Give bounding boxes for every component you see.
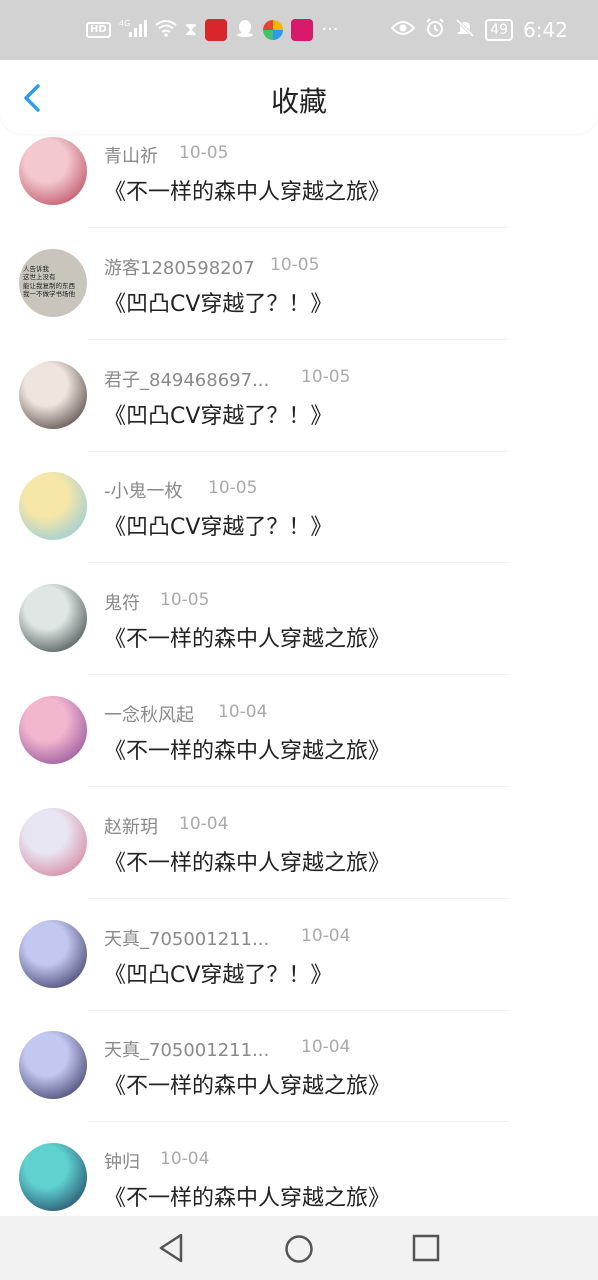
row-divider	[88, 897, 508, 899]
book-title[interactable]: 《不一样的森中人穿越之旅》	[104, 1068, 390, 1100]
row-divider	[88, 338, 508, 340]
username[interactable]: 一念秋风起	[104, 701, 194, 727]
row-divider	[88, 786, 508, 787]
username[interactable]: -小鬼一枚	[104, 477, 183, 503]
app-red-icon	[205, 19, 228, 41]
date-label: 10-04	[218, 702, 268, 722]
favorite-item[interactable]: 钟归 10-04 《不一样的森中人穿越之旅》	[0, 1140, 598, 1216]
date-label: 10-05	[301, 366, 351, 387]
book-title[interactable]: 《凹凸CV穿越了？！》	[104, 398, 332, 430]
row-divider	[88, 674, 508, 676]
date-label: 10-04	[301, 925, 351, 946]
username[interactable]: 赵新玥	[104, 813, 158, 839]
book-title[interactable]: 《凹凸CV穿越了？！》	[104, 957, 332, 989]
username[interactable]: 游客1280598207	[104, 254, 255, 280]
book-title[interactable]: 《凹凸CV穿越了？！》	[104, 286, 332, 318]
date-label: 10-05	[208, 478, 258, 499]
avatar[interactable]	[19, 807, 87, 876]
mute-bell-icon	[455, 18, 475, 42]
username[interactable]: 天真_705001211...	[104, 1036, 269, 1062]
date-label: 10-04	[179, 813, 229, 834]
page-header: 收藏	[0, 60, 598, 134]
date-label: 10-05	[270, 254, 320, 275]
avatar[interactable]	[19, 1031, 87, 1100]
avatar[interactable]: 人告诉我 这世上没有 能让我复制的东西 我一不做学书场他	[19, 248, 87, 317]
favorite-item[interactable]: 一念秋风起 10-04 《不一样的森中人穿越之旅》	[0, 693, 598, 805]
home-circle-icon[interactable]	[284, 1234, 314, 1264]
system-nav-bar	[0, 1216, 598, 1280]
favorite-item[interactable]: 天真_705001211... 10-04 《不一样的森中人穿越之旅》	[0, 1028, 598, 1140]
signal-4g-icon: 4G	[119, 18, 147, 42]
book-title[interactable]: 《不一样的森中人穿越之旅》	[104, 621, 390, 653]
favorite-item[interactable]: -小鬼一枚 10-05 《凹凸CV穿越了？！》	[0, 469, 598, 581]
clock: 6:42	[523, 18, 568, 42]
row-divider	[88, 450, 508, 452]
avatar[interactable]	[19, 137, 87, 205]
battery-icon: 49	[485, 19, 514, 41]
favorite-item[interactable]: 赵新玥 10-04 《不一样的森中人穿越之旅》	[0, 805, 598, 917]
avatar-text-line: 我一不做学书场他	[23, 290, 75, 299]
wifi-icon	[155, 19, 177, 41]
hd-icon: HD	[86, 22, 111, 38]
favorites-list: 青山祈 10-05 《不一样的森中人穿越之旅》 人告诉我 这世上没有 能让我复制的东西 我一…	[0, 134, 598, 1216]
app-pink-icon	[291, 19, 314, 41]
page-title: 收藏	[270, 85, 327, 118]
date-label: 10-05	[179, 143, 229, 163]
book-title[interactable]: 《不一样的森中人穿越之旅》	[104, 845, 390, 877]
username[interactable]: 天真_705001211...	[104, 925, 269, 951]
username[interactable]: 君子_849468697...	[104, 366, 269, 392]
date-label: 10-04	[301, 1037, 351, 1058]
status-left-icons: HD 4G ⧗ ···	[86, 14, 338, 46]
row-divider	[88, 227, 508, 228]
row-divider	[88, 1121, 508, 1123]
favorite-item[interactable]: 鬼符 10-05 《不一样的森中人穿越之旅》	[0, 581, 598, 693]
avatar[interactable]	[19, 919, 87, 988]
date-label: 10-05	[160, 590, 210, 611]
hourglass-icon: ⧗	[184, 19, 198, 40]
username[interactable]: 青山祈	[104, 142, 158, 168]
date-label: 10-04	[160, 1149, 210, 1170]
book-title[interactable]: 《不一样的森中人穿越之旅》	[104, 733, 390, 765]
favorite-item[interactable]: 天真_705001211... 10-04 《凹凸CV穿越了？！》	[0, 917, 598, 1029]
avatar[interactable]	[19, 696, 87, 764]
eye-icon	[390, 20, 416, 40]
book-title[interactable]: 《不一样的森中人穿越之旅》	[104, 174, 390, 206]
status-bar: HD 4G ⧗ ··· 49 6:42	[0, 0, 598, 60]
favorite-item[interactable]: 君子_849468697... 10-05 《凹凸CV穿越了？！》	[0, 358, 598, 470]
username[interactable]: 鬼符	[104, 589, 140, 615]
avatar[interactable]	[19, 1143, 87, 1212]
favorite-item[interactable]: 青山祈 10-05 《不一样的森中人穿越之旅》	[0, 134, 598, 246]
favorite-item[interactable]: 人告诉我 这世上没有 能让我复制的东西 我一不做学书场他 游客1280598207 10-…	[0, 246, 598, 358]
recents-square-icon[interactable]	[412, 1234, 440, 1262]
more-dots-icon: ···	[321, 19, 339, 40]
row-divider	[88, 1009, 508, 1011]
network-label: 4G	[119, 19, 130, 28]
avatar[interactable]	[19, 360, 87, 429]
avatar-text-line: 这世上没有	[23, 273, 56, 282]
avatar[interactable]	[19, 472, 87, 541]
back-triangle-icon[interactable]	[156, 1232, 186, 1264]
book-title[interactable]: 《凹凸CV穿越了？！》	[104, 509, 332, 541]
status-right-icons: 49 6:42	[390, 14, 568, 46]
row-divider	[88, 562, 508, 564]
avatar[interactable]	[19, 584, 87, 653]
app-multicolor-icon	[263, 20, 284, 40]
username[interactable]: 钟归	[104, 1148, 140, 1174]
book-title[interactable]: 《不一样的森中人穿越之旅》	[104, 1180, 390, 1212]
alarm-icon	[425, 18, 445, 42]
qq-icon	[235, 18, 255, 42]
